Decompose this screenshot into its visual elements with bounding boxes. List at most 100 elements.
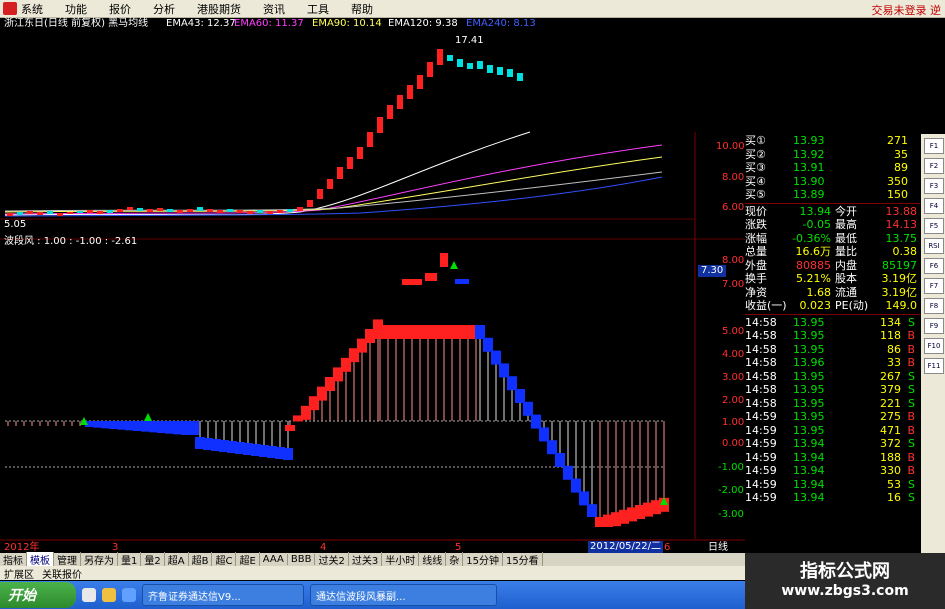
menu-item-hk-futures[interactable]: 港股期货 — [197, 1, 241, 17]
candlestick — [317, 189, 323, 199]
start-label: 开始 — [8, 588, 36, 604]
stat-value: 1.68 — [806, 285, 832, 299]
menu-item-tools[interactable]: 工具 — [307, 1, 329, 17]
indicator-block — [555, 453, 565, 467]
tick-time: 14:58 — [745, 315, 777, 329]
tick-price: 13.94 — [793, 491, 825, 504]
quicklaunch-ie-icon[interactable] — [82, 588, 96, 602]
stat-value: -0.05 — [802, 218, 831, 231]
side-tool-button[interactable]: RSI — [924, 238, 944, 254]
trade-login-status[interactable]: 交易未登录 逆 — [872, 2, 942, 18]
indicator-tab[interactable]: 超C — [212, 552, 237, 567]
start-button[interactable]: 开始 — [0, 582, 76, 608]
indicator-tab[interactable]: 线线 — [419, 552, 447, 567]
tick-row: 14:59 13.94 16 S — [745, 491, 920, 505]
side-tool-button[interactable]: F10 — [924, 338, 944, 354]
price-axis-label: 8.00 — [722, 172, 745, 183]
stat-key: 量比 — [835, 245, 857, 258]
lower-axis-label: 5.00 — [722, 326, 745, 337]
extension-area-link[interactable]: 扩展区 — [0, 566, 38, 581]
tick-time: 14:59 — [745, 491, 777, 504]
side-tool-button[interactable]: F3 — [924, 178, 944, 194]
quicklaunch-folder-icon[interactable] — [102, 588, 116, 602]
related-quote-link[interactable]: 关联报价 — [38, 566, 86, 581]
chart-area[interactable]: 浙江东日(日线 前复权) 黑马均线 EMA43: 12.37 EMA60: 11… — [0, 17, 745, 553]
candlestick — [77, 211, 83, 213]
stat-key: 现价 — [745, 204, 767, 218]
indicator-tab[interactable]: 半小时 — [382, 552, 420, 567]
indicator-tab[interactable]: AAA — [260, 554, 288, 565]
tick-time: 14:59 — [745, 464, 777, 477]
stat-key: 流通 — [835, 285, 857, 299]
side-toolbar: F1 F2 F3 F4 F5 RSI F6 F7 F8 F9 F10 F11 — [921, 134, 945, 553]
side-tool-button[interactable]: F2 — [924, 158, 944, 174]
indicator-tab[interactable]: 另存为 — [81, 552, 118, 567]
side-tool-button[interactable]: F11 — [924, 358, 944, 374]
indicator-tab[interactable]: 超E — [236, 552, 260, 567]
candlestick — [107, 210, 113, 213]
indicator-tab[interactable]: 超A — [165, 552, 189, 567]
side-tool-button[interactable]: F7 — [924, 278, 944, 294]
stat-key: 最高 — [835, 218, 857, 231]
indicator-tab[interactable]: 量1 — [118, 552, 142, 567]
lower-axis-label: 4.00 — [722, 349, 745, 360]
indicator-tab[interactable]: 超B — [189, 552, 213, 567]
kline-chart-canvas[interactable] — [0, 17, 745, 541]
menu-item-system[interactable]: 系统 — [21, 1, 43, 17]
menu-item-quote[interactable]: 报价 — [109, 1, 131, 17]
tick-time: 14:58 — [745, 329, 777, 342]
candlestick — [37, 212, 43, 215]
candlestick — [467, 63, 473, 69]
indicator-block — [189, 421, 199, 435]
candlestick — [457, 59, 463, 67]
buy-arrow-icon — [144, 413, 152, 421]
tick-row: 14:58 13.95 267 S — [745, 370, 920, 384]
task-button-tdx[interactable]: 齐鲁证券通达信V9... — [142, 584, 304, 606]
tick-time: 14:59 — [745, 423, 777, 437]
tick-row: 14:58 13.95 221 S — [745, 397, 920, 411]
side-tool-button[interactable]: F5 — [924, 218, 944, 234]
side-tool-button[interactable]: F9 — [924, 318, 944, 334]
tick-volume: 53 — [887, 477, 901, 491]
tick-time: 14:59 — [745, 437, 777, 450]
indicator-tab[interactable]: 15分看 — [503, 552, 543, 567]
stat-value: 5.21% — [796, 272, 831, 285]
candlestick — [507, 69, 513, 77]
indicator-tab[interactable]: 杂 — [446, 552, 464, 567]
ema120-label: EMA120: 9.38 — [388, 18, 458, 29]
indicator-tab[interactable]: 量2 — [141, 552, 165, 567]
candlestick — [247, 211, 253, 214]
menu-item-news[interactable]: 资讯 — [263, 1, 285, 17]
menu-item-analysis[interactable]: 分析 — [153, 1, 175, 17]
side-tool-button[interactable]: F8 — [924, 298, 944, 314]
tick-volume: 221 — [880, 396, 901, 410]
candlestick — [497, 67, 503, 75]
tick-row: 14:58 13.95 134 S — [745, 316, 920, 330]
candlestick — [287, 209, 293, 212]
candlestick — [147, 209, 153, 212]
tick-side: S — [908, 491, 915, 504]
indicator-tab[interactable]: 15分钟 — [463, 552, 503, 567]
indicator-tab[interactable]: 过关3 — [349, 552, 383, 567]
menu-item-function[interactable]: 功能 — [65, 1, 87, 17]
divider — [745, 202, 920, 204]
lower-axis-label: -3.00 — [718, 509, 744, 520]
tick-price: 13.95 — [793, 369, 825, 383]
indicator-tab[interactable]: 过关2 — [315, 552, 349, 567]
tick-row: 14:58 13.95 86 B — [745, 343, 920, 357]
tick-time: 14:59 — [745, 477, 777, 491]
bid-label: 买④ — [745, 174, 766, 188]
tick-row: 14:59 13.94 372 S — [745, 437, 920, 451]
indicator-block — [483, 337, 493, 352]
stat-row: 现价 13.94 今开 13.88 — [745, 205, 920, 219]
side-tool-button[interactable]: F1 — [924, 138, 944, 154]
menu-item-help[interactable]: 帮助 — [351, 1, 373, 17]
tick-row: 14:58 13.95 118 B — [745, 329, 920, 343]
task-button-indicator[interactable]: 通达信波段风暴副... — [310, 584, 497, 606]
tick-side: B — [907, 464, 915, 477]
side-tool-button[interactable]: F4 — [924, 198, 944, 214]
side-tool-button[interactable]: F6 — [924, 258, 944, 274]
indicator-tab[interactable]: BBB — [288, 554, 316, 565]
quicklaunch-desktop-icon[interactable] — [122, 588, 136, 602]
stat-row: 换手 5.21% 股本 3.19亿 — [745, 272, 920, 286]
